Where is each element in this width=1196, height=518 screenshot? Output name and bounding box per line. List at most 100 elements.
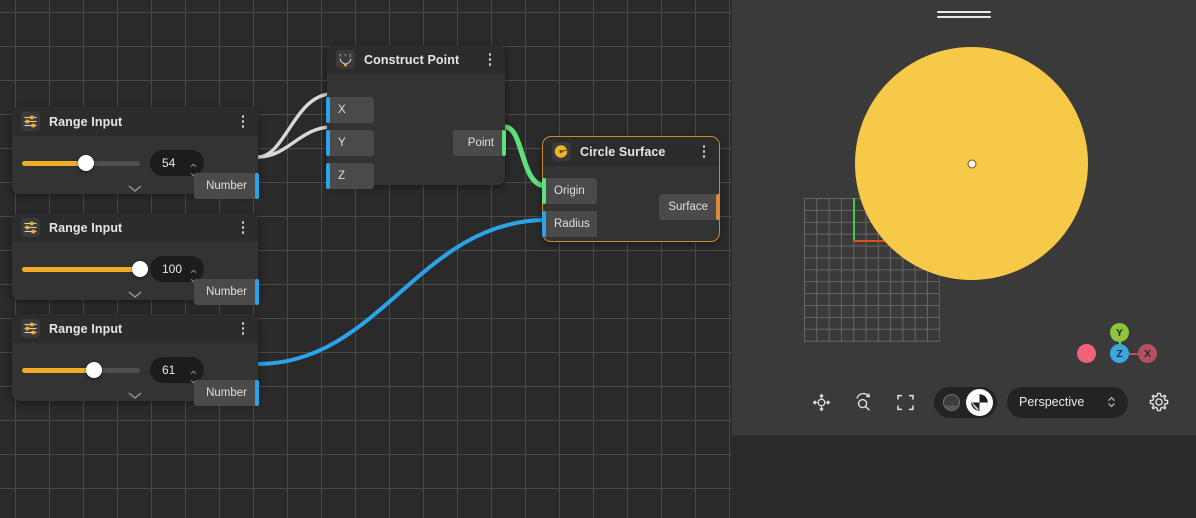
shading-mode-group[interactable]: [934, 387, 997, 418]
port-label: Radius: [554, 218, 590, 230]
node-body: Origin Radius Surface: [543, 166, 719, 241]
gizmo-label-y: Y: [1116, 327, 1123, 339]
port-label: Z: [338, 170, 345, 182]
chevron-down-icon[interactable]: [127, 180, 143, 189]
rotate-zoom-icon[interactable]: [846, 385, 880, 419]
range-slider-track[interactable]: [22, 368, 140, 373]
node-body: 54 Number: [12, 136, 258, 194]
panel-drag-handle[interactable]: [937, 11, 991, 18]
axis-gizmo[interactable]: Y Z X: [1087, 313, 1157, 373]
axis-line-y: [853, 198, 855, 241]
range-slider-row: 61: [12, 343, 258, 383]
gear-icon[interactable]: [1142, 385, 1176, 419]
port-in-y[interactable]: Y: [327, 130, 374, 156]
range-value-text: 54: [162, 156, 175, 170]
kebab-menu-icon[interactable]: [236, 219, 250, 237]
range-slider-row: 54: [12, 136, 258, 176]
range-slider-track[interactable]: [22, 267, 140, 272]
gizmo-label-x: X: [1144, 348, 1151, 360]
up-down-chevron-icon[interactable]: [1107, 396, 1116, 408]
node-construct-point[interactable]: X Y Z Construct Point X Y: [327, 45, 505, 185]
gizmo-axis-y[interactable]: Y: [1110, 323, 1129, 342]
gizmo-axis-x[interactable]: X: [1138, 344, 1157, 363]
node-header[interactable]: Range Input: [12, 213, 258, 242]
sliders-icon: [21, 319, 40, 338]
port-out-surface[interactable]: Surface: [659, 194, 719, 220]
stepper-icon[interactable]: [190, 263, 197, 276]
node-header[interactable]: X Y Z Construct Point: [327, 45, 505, 74]
range-value-text: 61: [162, 363, 175, 377]
gizmo-axis-z[interactable]: Z: [1110, 344, 1129, 363]
origin-point-marker: [967, 159, 976, 168]
projection-dropdown[interactable]: Perspective: [1007, 387, 1128, 418]
node-header[interactable]: Circle Surface: [543, 137, 719, 166]
node-graph-canvas[interactable]: Range Input 54: [0, 0, 732, 518]
wire-point-to-origin: [505, 127, 546, 186]
node-range-input-3[interactable]: Range Input 61: [12, 314, 258, 401]
range-slider-fill: [22, 161, 86, 166]
node-title: Range Input: [49, 115, 227, 129]
port-out-point[interactable]: Point: [453, 130, 505, 156]
pan-orbit-icon[interactable]: [804, 385, 838, 419]
range-slider-fill: [22, 267, 140, 272]
kebab-menu-icon[interactable]: [236, 113, 250, 131]
node-title: Construct Point: [364, 53, 474, 67]
port-in-z[interactable]: Z: [327, 163, 374, 189]
node-header[interactable]: Range Input: [12, 314, 258, 343]
port-out-number[interactable]: Number: [194, 173, 258, 199]
circle-surface-disc[interactable]: [855, 47, 1088, 280]
node-title: Range Input: [49, 221, 227, 235]
port-in-radius[interactable]: Radius: [543, 211, 597, 237]
range-slider-knob[interactable]: [86, 362, 102, 378]
node-range-input-1[interactable]: Range Input 54: [12, 107, 258, 194]
svg-text:Y: Y: [344, 52, 347, 57]
node-title: Circle Surface: [580, 145, 688, 159]
svg-text:X: X: [339, 52, 342, 57]
port-in-x[interactable]: X: [327, 97, 374, 123]
stepper-icon[interactable]: [190, 157, 197, 170]
node-circle-surface[interactable]: Circle Surface Origin Radius Surface: [543, 137, 719, 241]
port-label: X: [338, 104, 346, 116]
range-slider-knob[interactable]: [132, 261, 148, 277]
range-slider-track[interactable]: [22, 161, 140, 166]
node-body: X Y Z Point: [327, 74, 505, 185]
gizmo-axis-neg-x[interactable]: [1077, 344, 1096, 363]
sliders-icon: [21, 112, 40, 131]
xyz-point-icon: X Y Z: [336, 50, 355, 69]
port-out-number[interactable]: Number: [194, 380, 258, 406]
wire-range1-to-y: [258, 127, 332, 157]
viewport-panel[interactable]: Y Z X: [732, 0, 1196, 435]
kebab-menu-icon[interactable]: [236, 320, 250, 338]
range-slider-knob[interactable]: [78, 155, 94, 171]
stepper-icon[interactable]: [190, 364, 197, 377]
circle-radius-icon: [552, 142, 571, 161]
kebab-menu-icon[interactable]: [697, 143, 711, 161]
port-out-number[interactable]: Number: [194, 279, 258, 305]
node-body: 100 Number: [12, 242, 258, 300]
app-root: Range Input 54: [0, 0, 1196, 518]
viewport-toolbar: Perspective: [732, 385, 1196, 419]
range-value-text: 100: [162, 262, 182, 276]
node-range-input-2[interactable]: Range Input 100: [12, 213, 258, 300]
projection-value: Perspective: [1019, 395, 1084, 409]
port-label: Number: [206, 180, 247, 192]
wire-range3-to-radius: [258, 220, 546, 364]
chevron-down-icon[interactable]: [127, 387, 143, 396]
port-label: Surface: [668, 201, 708, 213]
gizmo-label-z: Z: [1116, 348, 1122, 360]
port-label: Y: [338, 137, 346, 149]
range-slider-row: 100: [12, 242, 258, 282]
chevron-down-icon[interactable]: [127, 286, 143, 295]
node-body: 61 Number: [12, 343, 258, 401]
node-header[interactable]: Range Input: [12, 107, 258, 136]
fit-frame-icon[interactable]: [888, 385, 922, 419]
port-label: Point: [468, 137, 494, 149]
port-label: Origin: [554, 185, 585, 197]
port-label: Number: [206, 387, 247, 399]
range-slider-fill: [22, 368, 94, 373]
wire-range1-to-x: [258, 94, 332, 157]
port-in-origin[interactable]: Origin: [543, 178, 597, 204]
kebab-menu-icon[interactable]: [483, 51, 497, 69]
shaded-wireframe-toggle[interactable]: [938, 389, 965, 416]
shaded-solid-toggle[interactable]: [966, 389, 993, 416]
